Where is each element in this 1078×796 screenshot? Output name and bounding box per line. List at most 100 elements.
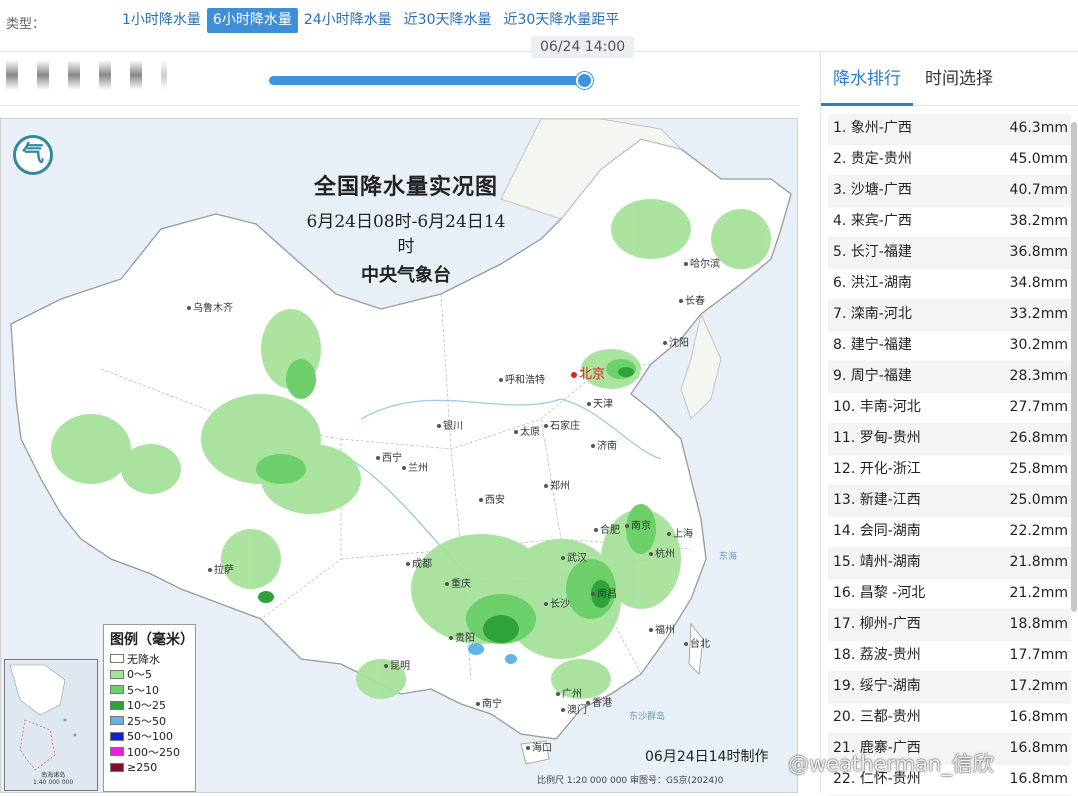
frame-thumb[interactable] [6, 60, 18, 90]
tab-1h[interactable]: 1小时降水量 [116, 8, 207, 33]
precip-value: 17.2mm [1009, 678, 1068, 694]
ranking-row[interactable]: 1. 象州-广西 46.3mm [828, 114, 1071, 145]
precip-value: 21.8mm [1009, 554, 1068, 570]
legend-row: 25～50 [110, 713, 189, 729]
ranking-list: 1. 象州-广西 46.3mm 2. 贵定-贵州 45.0mm 3. 沙塘-广西 40.7… [828, 114, 1071, 796]
ranking-row[interactable]: 12. 开化-浙江 25.8mm [828, 455, 1071, 486]
station-name: 12. 开化-浙江 [833, 461, 921, 477]
station-name: 10. 丰南-河北 [833, 399, 921, 415]
station-name: 16. 昌黎 -河北 [833, 585, 926, 601]
city-label: 南昌 [591, 585, 617, 600]
map-scale: 比例尺 1:20 000 000 [537, 776, 628, 786]
map-title: 全国降水量实况图 [313, 174, 498, 200]
city-label: 台北 [684, 635, 710, 650]
ranking-row[interactable]: 2. 贵定-贵州 45.0mm [828, 145, 1071, 176]
city-label: 福州 [649, 621, 675, 636]
legend-row: ≥250 [110, 760, 189, 776]
city-label: 西安 [479, 491, 505, 506]
inset-caption: 南海诸岛 1:40 000 000 [33, 772, 74, 786]
precip-value: 26.8mm [1009, 430, 1068, 446]
ranking-row[interactable]: 15. 靖州-湖南 21.8mm [828, 548, 1071, 579]
legend-swatch [110, 669, 124, 679]
city-label: 重庆 [445, 575, 471, 590]
station-name: 15. 靖州-湖南 [833, 554, 921, 570]
map-time-range: 6月24日08时-6月24日14时 [306, 212, 506, 257]
map-legend: 图例（毫米） 无降水 0～5 5～10 10～25 25～50 50～100 1… [103, 624, 196, 792]
tab-30d-anomaly[interactable]: 近30天降水量距平 [498, 8, 626, 33]
legend-swatch [110, 685, 124, 695]
time-slider-handle[interactable] [576, 72, 593, 89]
right-tabs: 降水排行 时间选择 [821, 52, 1078, 106]
ranking-row[interactable]: 9. 周宁-福建 28.3mm [828, 362, 1071, 393]
city-label: 长春 [679, 292, 705, 307]
tab-24h[interactable]: 24小时降水量 [298, 8, 398, 33]
station-name: 7. 滦南-河北 [833, 306, 912, 322]
play-controls [6, 60, 167, 90]
ranking-row[interactable]: 13. 新建-江西 25.0mm [828, 486, 1071, 517]
station-name: 8. 建宁-福建 [833, 337, 912, 353]
city-label: 拉萨 [208, 561, 234, 576]
ranking-row[interactable]: 16. 昌黎 -河北 21.2mm [828, 579, 1071, 610]
legend-swatch [110, 747, 124, 757]
tab-time-select[interactable]: 时间选择 [913, 52, 1005, 106]
legend-row: 0～5 [110, 667, 189, 683]
ranking-row[interactable]: 7. 滦南-河北 33.2mm [828, 300, 1071, 331]
ranking-row[interactable]: 20. 三都-贵州 16.8mm [828, 703, 1071, 734]
precip-value: 45.0mm [1009, 151, 1068, 167]
ranking-scrollbar[interactable] [1071, 122, 1077, 612]
cma-logo: 气 [13, 135, 53, 175]
city-label: 上海 [667, 525, 693, 540]
ranking-row[interactable]: 3. 沙塘-广西 40.7mm [828, 176, 1071, 207]
station-name: 13. 新建-江西 [833, 492, 921, 508]
ranking-row[interactable]: 8. 建宁-福建 30.2mm [828, 331, 1071, 362]
station-name: 6. 洪江-湖南 [833, 275, 912, 291]
tab-6h[interactable]: 6小时降水量 [206, 8, 298, 33]
tab-ranking[interactable]: 降水排行 [821, 52, 913, 106]
legend-swatch [110, 654, 124, 664]
frame-thumb[interactable] [37, 60, 49, 90]
precip-value: 22.2mm [1009, 523, 1068, 539]
frame-thumb[interactable] [68, 60, 80, 90]
map-produced-time: 06月24日14时制作 [645, 749, 769, 765]
station-name: 18. 荔波-贵州 [833, 647, 921, 663]
ranking-row[interactable]: 14. 会同-湖南 22.2mm [828, 517, 1071, 548]
precip-value: 33.2mm [1009, 306, 1068, 322]
legend-title: 图例（毫米） [110, 632, 194, 648]
tab-30d[interactable]: 近30天降水量 [398, 8, 498, 33]
ranking-row[interactable]: 18. 荔波-贵州 17.7mm [828, 641, 1071, 672]
city-label: 杭州 [649, 545, 675, 560]
precip-value: 25.8mm [1009, 461, 1068, 477]
ranking-row[interactable]: 17. 柳州-广西 18.8mm [828, 610, 1071, 641]
precipitation-map[interactable]: 气 全国降水量实况图 6月24日08时-6月24日14时 中央气象台 乌鲁木齐 … [0, 118, 798, 793]
south-china-sea-inset: 南海诸岛 1:40 000 000 [4, 659, 98, 791]
legend-row: 100～250 [110, 744, 189, 760]
ranking-row[interactable]: 4. 来宾-广西 38.2mm [828, 207, 1071, 238]
legend-row: 10～25 [110, 698, 189, 714]
city-label: 澳门 [561, 701, 587, 716]
precip-value: 21.2mm [1009, 585, 1068, 601]
frame-thumb[interactable] [130, 60, 142, 90]
city-label: 乌鲁木齐 [187, 299, 233, 314]
precip-value: 18.8mm [1009, 616, 1068, 632]
time-slider-track[interactable] [269, 76, 585, 85]
city-label: 合肥 [594, 521, 620, 536]
ranking-row[interactable]: 11. 罗甸-贵州 26.8mm [828, 424, 1071, 455]
ranking-row[interactable]: 5. 长汀-福建 36.8mm [828, 238, 1071, 269]
station-name: 17. 柳州-广西 [833, 616, 921, 632]
precip-value: 40.7mm [1009, 182, 1068, 198]
ranking-row[interactable]: 19. 绥宁-湖南 17.2mm [828, 672, 1071, 703]
frame-thumb[interactable] [161, 60, 167, 90]
frame-thumb[interactable] [99, 60, 111, 90]
legend-label: 25～50 [127, 714, 166, 728]
sea-label: 东海 [719, 552, 738, 562]
type-label: 类型： [6, 17, 46, 32]
ranking-row[interactable]: 10. 丰南-河北 27.7mm [828, 393, 1071, 424]
watermark: @weatherman_信欣 [788, 752, 994, 776]
ranking-row[interactable]: 6. 洪江-湖南 34.8mm [828, 269, 1071, 300]
legend-label: 5～10 [127, 683, 159, 697]
station-name: 3. 沙塘-广西 [833, 182, 912, 198]
city-label: 银川 [437, 417, 463, 432]
legend-swatch [110, 700, 124, 710]
legend-label: 10～25 [127, 699, 166, 713]
city-label: 广州 [556, 685, 582, 700]
